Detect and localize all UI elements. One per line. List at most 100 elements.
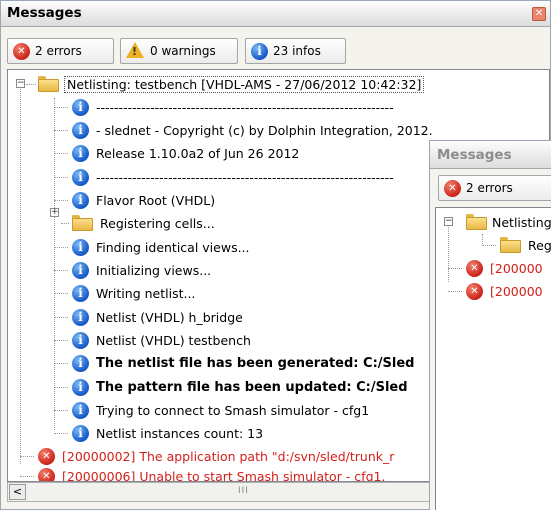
list-item[interactable]: Regi	[482, 234, 551, 257]
secondary-messages-window[interactable]: Messages 2 errors − Netlisting Regi [200…	[429, 140, 551, 510]
info-icon	[72, 262, 89, 279]
tree-hline	[20, 456, 34, 457]
message-text: Netlist instances count: 13	[96, 426, 264, 441]
tree-hline	[54, 387, 68, 388]
message-text: Trying to connect to Smash simulator - c…	[96, 403, 370, 418]
error-icon	[466, 283, 483, 300]
error-icon	[444, 179, 461, 197]
folder-icon	[72, 215, 93, 232]
list-item[interactable]: Writing netlist...	[54, 282, 196, 305]
list-item[interactable]: The netlist file has been generated: C:/…	[54, 352, 414, 375]
list-item[interactable]: - slednet - Copyright (c) by Dolphin Int…	[54, 119, 433, 142]
tree-hline	[54, 107, 68, 108]
list-item[interactable]: Netlist instances count: 13	[54, 422, 264, 445]
list-item[interactable]: Finding identical views...	[54, 236, 250, 259]
root-label: Netlisting: testbench [VHDL-AMS - 27/06/…	[64, 76, 425, 93]
message-text: Release 1.10.0a2 of Jun 26 2012	[96, 146, 300, 161]
warning-icon-wrap	[126, 41, 144, 61]
infos-filter-button[interactable]: 23 infos	[245, 38, 346, 64]
info-icon	[72, 425, 89, 442]
collapse-icon[interactable]: −	[444, 217, 453, 226]
secondary-title-bar: Messages	[430, 141, 551, 169]
error-row[interactable]: [200000	[448, 280, 543, 303]
tree-hline	[26, 84, 36, 85]
error-icon	[13, 42, 30, 60]
list-item[interactable]: ----------------------------------------…	[54, 166, 394, 189]
scroll-grip[interactable]: III	[238, 486, 249, 496]
warnings-filter-button[interactable]: 0 warnings	[120, 38, 238, 64]
secondary-window-title: Messages	[437, 147, 512, 163]
secondary-errors-label: 2 errors	[466, 181, 513, 195]
info-icon	[72, 379, 89, 396]
list-item[interactable]: Netlist (VHDL) h_bridge	[54, 306, 243, 329]
collapse-icon[interactable]: −	[16, 79, 25, 88]
secondary-errors-filter-button[interactable]: 2 errors	[438, 175, 551, 201]
tree-hline	[54, 200, 68, 201]
folder-icon	[38, 76, 60, 93]
tree-root-netlisting[interactable]: Netlisting: testbench [VHDL-AMS - 27/06/…	[38, 73, 425, 96]
info-icon	[72, 355, 89, 372]
list-item[interactable]: Trying to connect to Smash simulator - c…	[54, 399, 370, 422]
tree-hline	[54, 410, 68, 411]
info-icon	[251, 42, 268, 60]
error-text: [20000006] Unable to start Smash simulat…	[62, 469, 386, 482]
info-icon	[72, 309, 89, 326]
title-bar: Messages ✕	[1, 1, 550, 27]
list-item[interactable]: Initializing views...	[54, 259, 212, 282]
list-item[interactable]: ----------------------------------------…	[54, 96, 394, 119]
message-text: The pattern file has been updated: C:/Sl…	[96, 380, 408, 395]
error-row[interactable]: [200000	[448, 257, 543, 280]
secondary-root-label: Netlisting	[492, 215, 551, 230]
error-icon	[38, 448, 55, 465]
list-item[interactable]: Flavor Root (VHDL)	[54, 189, 216, 212]
info-icon	[72, 99, 89, 116]
tree-hline	[54, 270, 68, 271]
list-item[interactable]: The pattern file has been updated: C:/Sl…	[54, 376, 408, 399]
error-row[interactable]: [20000006] Unable to start Smash simulat…	[20, 465, 386, 482]
tree-hline	[20, 476, 34, 477]
folder-icon	[466, 214, 488, 231]
message-text: Registering cells...	[100, 216, 215, 231]
scroll-left-arrow-icon[interactable]: <	[9, 484, 26, 500]
info-icon	[72, 332, 89, 349]
close-icon[interactable]: ✕	[532, 7, 546, 21]
tree-hline	[448, 268, 462, 269]
tree-hline	[54, 317, 68, 318]
message-text: Writing netlist...	[96, 286, 196, 301]
info-icon	[72, 122, 89, 139]
info-icon	[72, 169, 89, 186]
message-text: Flavor Root (VHDL)	[96, 193, 216, 208]
error-icon	[466, 260, 483, 277]
error-text: [200000	[490, 261, 543, 276]
tree-line-root	[448, 222, 449, 282]
list-item[interactable]: Netlist (VHDL) testbench	[54, 329, 251, 352]
list-item[interactable]: Release 1.10.0a2 of Jun 26 2012	[54, 142, 300, 165]
tree-hline	[54, 433, 68, 434]
message-text: Netlist (VHDL) h_bridge	[96, 310, 243, 325]
error-text: [20000002] The application path "d:/svn/…	[62, 449, 395, 464]
tree-line-children	[54, 98, 55, 430]
tree-hline	[61, 223, 69, 224]
errors-filter-button[interactable]: 2 errors	[7, 38, 114, 64]
info-icon	[72, 145, 89, 162]
secondary-tree-root[interactable]: Netlisting	[466, 211, 551, 234]
filter-toolbar: 2 errors 0 warnings 23 infos	[1, 28, 550, 68]
message-text: - slednet - Copyright (c) by Dolphin Int…	[96, 123, 433, 138]
secondary-message-tree[interactable]: − Netlisting Regi [200000 [200000	[435, 207, 551, 510]
secondary-child-label: Regi	[528, 238, 551, 253]
tree-hline	[482, 245, 496, 246]
message-text: Initializing views...	[96, 263, 212, 278]
message-text: ----------------------------------------…	[96, 100, 394, 115]
tree-hline	[54, 363, 68, 364]
list-item[interactable]: Registering cells...	[56, 212, 215, 235]
warnings-filter-label: 0 warnings	[150, 44, 216, 58]
errors-filter-label: 2 errors	[35, 44, 82, 58]
message-text: Finding identical views...	[96, 240, 250, 255]
message-text: ----------------------------------------…	[96, 170, 394, 185]
info-icon	[72, 239, 89, 256]
tree-hline	[448, 291, 462, 292]
window-title: Messages	[7, 5, 82, 21]
tree-hline	[54, 130, 68, 131]
infos-filter-label: 23 infos	[273, 44, 321, 58]
folder-icon	[500, 237, 521, 254]
